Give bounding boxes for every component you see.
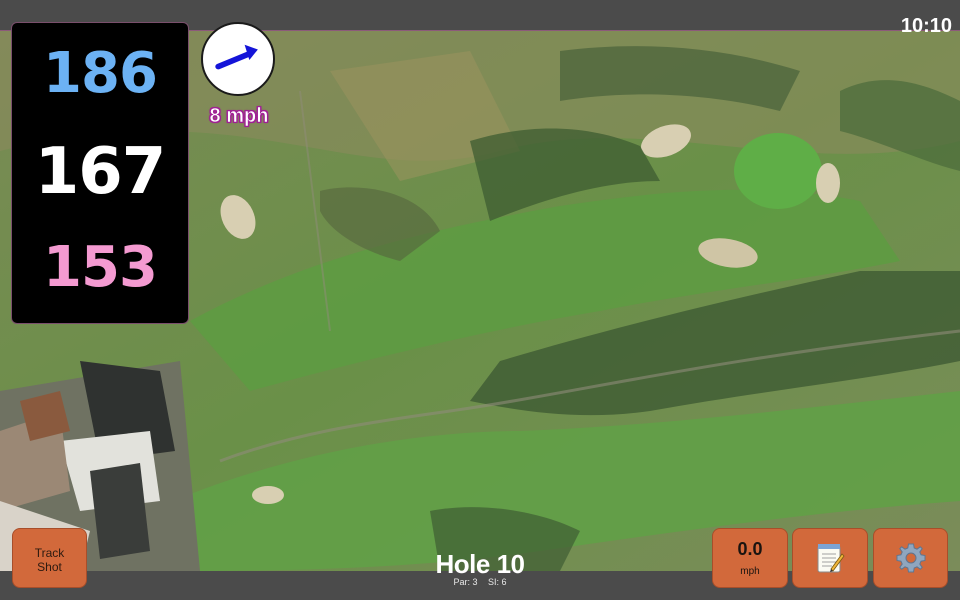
hole-par: Par: 3: [453, 577, 478, 587]
hole-stroke-index: SI: 6: [488, 577, 507, 587]
gear-icon: [896, 543, 925, 573]
clock: 10:10: [900, 15, 952, 37]
middle-of-green-yardage: 167: [34, 135, 167, 209]
wind-speed-label: 8 mph: [209, 105, 269, 128]
hole-info: Par: 3 SI: 6: [380, 577, 580, 587]
notes-button[interactable]: [792, 528, 868, 588]
track-shot-button[interactable]: Track Shot: [12, 528, 87, 588]
wind-direction-compass[interactable]: [201, 22, 275, 96]
hole-title: Hole 10: [435, 549, 526, 579]
speed-unit: mph: [740, 566, 760, 577]
track-shot-label-line1: Track: [34, 546, 65, 560]
settings-button[interactable]: [873, 528, 948, 588]
yardage-panel[interactable]: 186 167 153: [11, 22, 189, 324]
back-of-green-yardage: 186: [43, 41, 158, 106]
wind-arrow-icon: [215, 44, 258, 70]
notepad-icon: [817, 544, 845, 573]
track-shot-label-line2: Shot: [37, 560, 62, 574]
golf-gps-screen: 10:10 186 167 153 8 mph Track Shot Hole …: [0, 0, 960, 600]
speed-button[interactable]: 0.0 mph: [712, 528, 788, 588]
speed-value: 0.0: [737, 539, 763, 559]
front-of-green-yardage: 153: [43, 235, 158, 300]
